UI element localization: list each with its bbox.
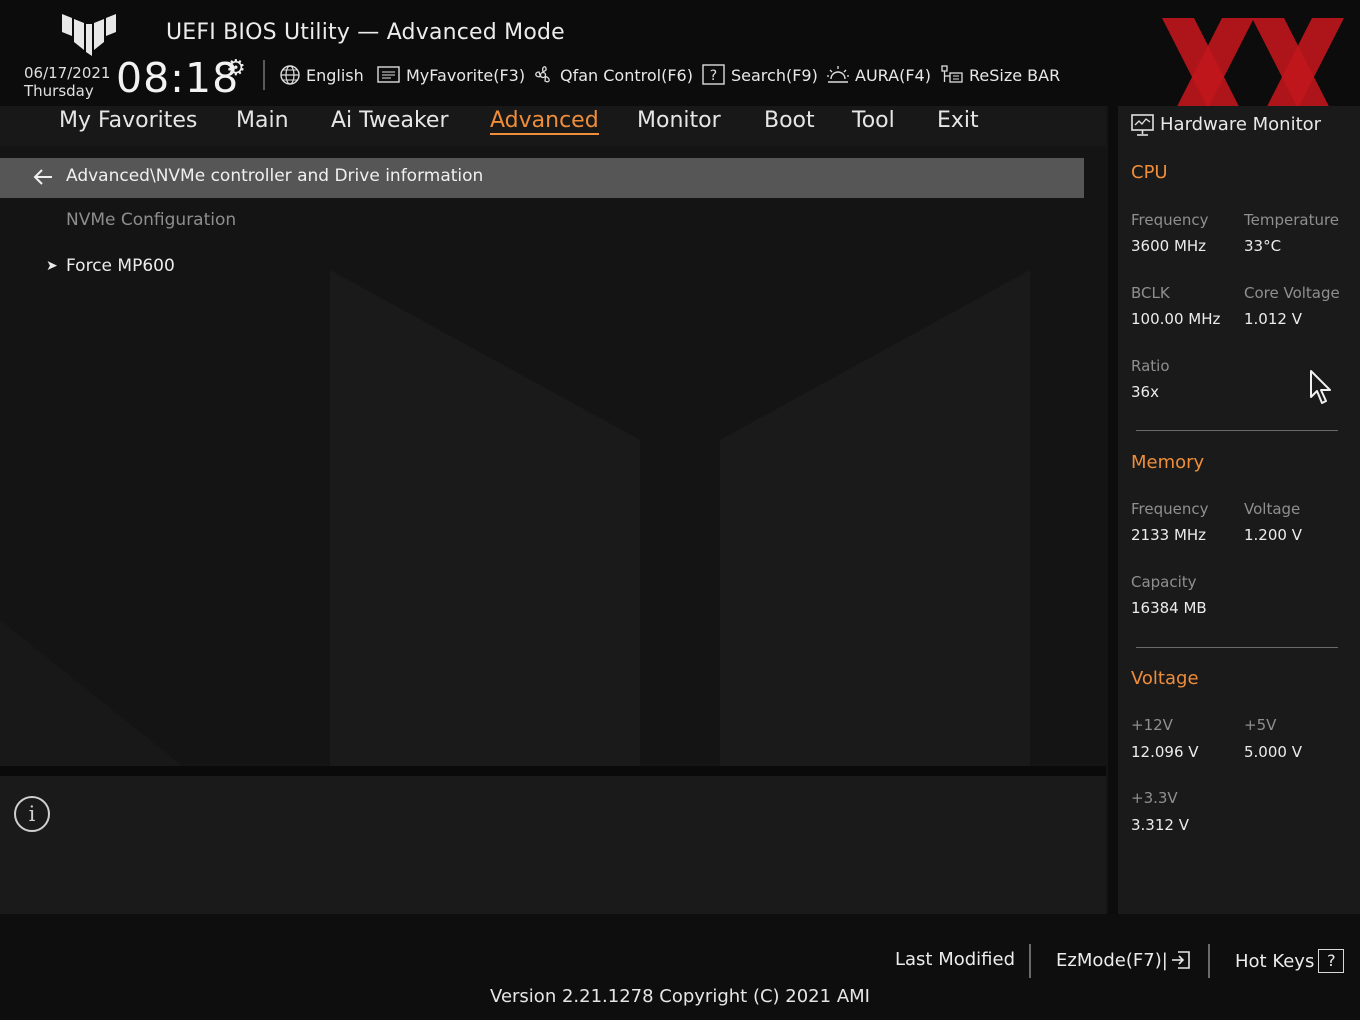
voltage-heading: Voltage [1131,668,1199,689]
tab-boot[interactable]: Boot [764,108,815,133]
myfavorite-button[interactable]: MyFavorite(F3) [377,63,525,87]
info-icon: i [14,796,50,832]
hardware-monitor-title: Hardware Monitor [1160,114,1322,135]
version-copyright: Version 2.21.1278 Copyright (C) 2021 AMI [490,986,870,1007]
tab-monitor[interactable]: Monitor [637,108,721,133]
last-modified-button[interactable]: Last Modified [895,949,1015,970]
top-divider [263,60,265,90]
memory-capacity-value: 16384 MB [1131,599,1207,617]
cpu-frequency-label: Frequency [1131,211,1209,229]
aura-button[interactable]: AURA(F4) [826,63,931,87]
footer-divider [1208,944,1210,978]
tuf-logo-icon [62,14,116,56]
qfan-control-label: Qfan Control(F6) [560,65,693,85]
voltage-5v-value: 5.000 V [1244,743,1302,761]
hot-keys-label: Hot Keys [1235,950,1315,972]
myfavorite-label: MyFavorite(F3) [406,65,526,85]
aura-label: AURA(F4) [855,65,931,85]
cpu-bclk-label: BCLK [1131,284,1170,302]
help-search-icon: ? [702,64,725,85]
fan-icon [535,66,550,83]
tab-ai-tweaker[interactable]: Ai Tweaker [331,108,449,133]
chevron-right-icon: ➤ [46,258,58,274]
voltage-12v-label: +12V [1131,716,1173,734]
memory-frequency-value: 2133 MHz [1131,526,1207,544]
help-info-panel [0,776,1106,914]
svg-text:?: ? [710,68,717,84]
tab-advanced[interactable]: Advanced [490,108,599,135]
memory-capacity-label: Capacity [1131,573,1197,591]
aura-light-icon [827,66,849,83]
voltage-5v-label: +5V [1244,716,1277,734]
cpu-bclk-value: 100.00 MHz [1131,310,1221,328]
hot-keys-button[interactable]: Hot Keys ? [1235,949,1345,973]
tab-my-favorites[interactable]: My Favorites [59,108,197,133]
resize-bar-icon [941,65,963,83]
cpu-temperature-label: Temperature [1244,211,1340,229]
submenu-item-label: Force MP600 [66,256,175,276]
hw-section-divider [1136,430,1338,431]
cpu-temperature-value: 33°C [1244,237,1282,255]
memory-frequency-label: Frequency [1131,500,1209,518]
app-title: UEFI BIOS Utility — Advanced Mode [166,20,565,45]
weekday-text: Thursday [24,82,94,100]
language-label: English [306,65,364,85]
resize-bar-button[interactable]: ReSize BAR [940,63,1060,87]
tab-tool[interactable]: Tool [852,108,895,133]
memory-voltage-label: Voltage [1244,500,1301,518]
search-label: Search(F9) [731,65,818,85]
date-display: 06/17/2021 Thursday [24,64,110,100]
date-text: 06/17/2021 [24,64,111,82]
search-button[interactable]: ? Search(F9) [702,63,818,87]
cpu-ratio-value: 36x [1131,383,1159,401]
ezmode-label: EzMode(F7)| [1056,949,1168,971]
globe-icon [280,65,300,85]
clock-time: 08:18 [116,54,240,102]
voltage-12v-value: 12.096 V [1131,743,1199,761]
hw-section-divider [1136,647,1338,648]
cpu-frequency-value: 3600 MHz [1131,237,1207,255]
clock-settings-gear-icon[interactable]: ⚙ [226,56,246,81]
tab-main[interactable]: Main [236,108,289,133]
memory-heading: Memory [1131,452,1205,473]
monitor-icon [1131,114,1154,136]
cpu-core-voltage-value: 1.012 V [1244,310,1302,328]
mouse-cursor-icon [1310,370,1331,404]
hot-keys-help-icon: ? [1318,949,1345,973]
footer-divider [1029,944,1031,978]
qfan-control-button[interactable]: Qfan Control(F6) [531,63,693,87]
cpu-ratio-label: Ratio [1131,357,1170,375]
cpu-heading: CPU [1131,162,1168,183]
ezmode-button[interactable]: EzMode(F7)| [1056,949,1192,971]
voltage-3v3-value: 3.312 V [1131,816,1189,834]
exit-to-ezmode-icon [1171,951,1190,969]
nvme-configuration-heading: NVMe Configuration [66,210,237,230]
tab-exit[interactable]: Exit [937,108,979,133]
back-arrow-icon[interactable] [32,166,54,188]
content-separator [0,766,1106,776]
language-button[interactable]: English [279,63,364,87]
voltage-3v3-label: +3.3V [1131,789,1178,807]
breadcrumb-path: Advanced\NVMe controller and Drive infor… [66,166,484,186]
hw-monitor-divider [1108,106,1118,914]
memory-voltage-value: 1.200 V [1244,526,1302,544]
favorite-list-icon [377,66,400,83]
cpu-core-voltage-label: Core Voltage [1244,284,1340,302]
resize-bar-label: ReSize BAR [969,65,1061,85]
